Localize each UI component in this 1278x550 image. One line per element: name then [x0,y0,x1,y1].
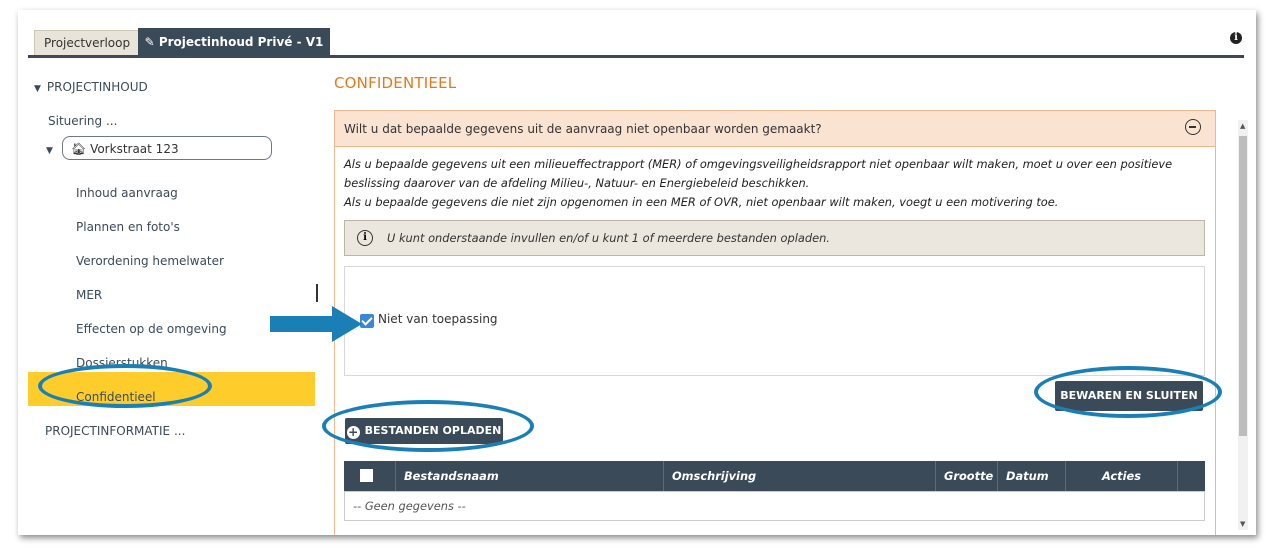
select-all-cell [344,461,396,491]
hint-text: U kunt onderstaande invullen en/of u kun… [387,231,830,245]
niet-van-toepassing-checkbox[interactable] [360,314,374,328]
info-circle-icon: i [357,230,373,246]
tab-bar: Projectverloop ✎ Projectinhoud Privé - V… [18,10,1256,58]
column-acties: Acties [1066,461,1178,491]
page-title: CONFIDENTIEEL [334,74,457,92]
sidebar-item-effecten-op-de-omgeving[interactable]: Effecten op de omgeving [76,322,227,336]
caret-down-icon[interactable]: ▼ [34,84,41,94]
panel-header[interactable]: Wilt u dat bepaalde gegevens uit de aanv… [335,111,1215,147]
description-line: beslissing daarover van de afdeling Mili… [344,176,810,190]
scroll-thumb[interactable] [1239,136,1247,436]
home-icon: 🏠︎ [71,142,91,156]
sidebar-item-label: PROJECTINHOUD [46,80,148,94]
tab-projectverloop[interactable]: Projectverloop [34,30,141,56]
sidebar-item-projectinhoud[interactable]: ▼ PROJECTINHOUD [34,80,148,94]
column-datum[interactable]: Datum [998,461,1066,491]
annotation-ring-upload [322,400,534,452]
description-line: Als u bepaalde gegevens die niet zijn op… [344,195,1059,209]
sidebar-item-mer[interactable]: MER [76,288,102,302]
main-content: CONFIDENTIEEL Wilt u dat bepaalde gegeve… [318,58,1256,535]
minus-circle-icon[interactable] [1185,119,1201,135]
info-icon[interactable]: i [1230,32,1242,44]
hint-box: i U kunt onderstaande invullen en/of u k… [344,220,1205,256]
pencil-icon: ✎ [144,35,159,49]
scroll-down-icon[interactable]: ▼ [1240,520,1245,528]
caret-down-icon[interactable]: ▼ [46,142,59,156]
column-grootte[interactable]: Grootte [936,461,998,491]
sidebar: ▼ PROJECTINHOUD Situering ... ▼ 🏠︎ Vorkst… [28,58,315,535]
tab-projectinhoud[interactable]: ✎ Projectinhoud Privé - V1 [138,28,330,56]
annotation-arrow-head [332,306,362,342]
confidential-panel: Wilt u dat bepaalde gegevens uit de aanv… [334,110,1216,535]
table-empty-row: -- Geen gegevens -- [344,491,1205,521]
sidebar-item-verordening-hemelwater[interactable]: Verordening hemelwater [76,254,224,268]
panel-question: Wilt u dat bepaalde gegevens uit de aanv… [344,122,822,136]
annotation-ring-save [1034,366,1222,418]
checkbox-label[interactable]: Niet van toepassing [378,312,498,326]
select-all-checkbox[interactable] [360,469,373,482]
sidebar-item-situering[interactable]: Situering ... [48,114,117,128]
column-bestandsnaam[interactable]: Bestandsnaam [396,461,664,491]
sidebar-item-inhoud-aanvraag[interactable]: Inhoud aanvraag [76,186,178,200]
description-line: Als u bepaalde gegevens uit een milieuef… [344,157,1173,171]
sidebar-item-plannen-en-fotos[interactable]: Plannen en foto's [76,220,180,234]
column-omschrijving[interactable]: Omschrijving [664,461,936,491]
sidebar-item-projectinformatie[interactable]: PROJECTINFORMATIE ... [45,424,185,438]
checkbox-area: Niet van toepassing [344,266,1205,376]
tab-projectinhoud-label: Projectinhoud Privé - V1 [158,35,324,49]
app-window: Projectverloop ✎ Projectinhoud Privé - V… [18,10,1256,535]
scroll-up-icon[interactable]: ▲ [1240,122,1245,130]
panel-description: Als u bepaalde gegevens uit een milieuef… [344,155,1204,212]
annotation-arrow-body [270,316,332,332]
address-label: Vorkstraat 123 [90,142,179,156]
files-table-header: Bestandsnaam Omschrijving Grootte Datum … [344,461,1205,491]
annotation-ring-confidentieel [38,364,212,408]
vertical-scrollbar[interactable]: ▲ ▼ [1238,120,1248,530]
sidebar-item-address[interactable]: 🏠︎ Vorkstraat 123 [62,136,272,160]
